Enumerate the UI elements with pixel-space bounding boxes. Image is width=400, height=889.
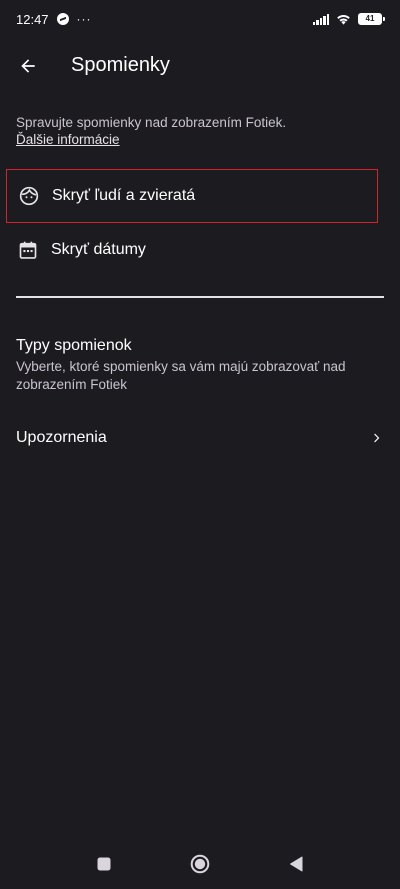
signal-icon <box>312 13 329 25</box>
chevron-right-icon <box>374 433 380 443</box>
hide-people-and-pets-option[interactable]: Skryť ľudí a zvieratá <box>6 169 378 223</box>
hide-dates-label: Skryť dátumy <box>51 241 146 258</box>
app-bar: Spomienky <box>0 44 400 88</box>
wifi-icon <box>337 15 350 25</box>
back-button[interactable] <box>14 52 42 80</box>
face-icon <box>18 185 40 207</box>
messenger-icon <box>56 13 69 25</box>
memory-types-subtitle: Vyberte, ktoré spomienky sa vám majú zob… <box>16 359 346 392</box>
hide-dates-option[interactable]: Skryť dátumy <box>6 223 378 277</box>
status-bar: 12:47 ··· 41 <box>0 0 400 38</box>
notifications-label: Upozornenia <box>16 429 107 446</box>
section-divider <box>16 296 384 298</box>
page-description: Spravujte spomienky nad zobrazením Fotie… <box>16 115 287 130</box>
more-notifications-indicator: ··· <box>76 12 92 26</box>
recents-button[interactable] <box>93 853 115 875</box>
back-nav-button[interactable] <box>285 853 307 875</box>
arrow-back-icon <box>21 59 35 73</box>
circle-icon <box>190 854 210 874</box>
status-time: 12:47 <box>16 11 49 27</box>
triangle-back-icon <box>290 856 303 872</box>
status-left: 12:47 ··· <box>16 12 92 27</box>
system-navigation-bar <box>0 839 400 889</box>
hide-people-and-pets-label: Skryť ľudí a zvieratá <box>52 187 196 204</box>
learn-more-link[interactable]: Ďalšie informácie <box>16 132 120 147</box>
calendar-icon <box>17 239 39 261</box>
square-icon <box>97 857 111 871</box>
memory-types-item[interactable]: Typy spomienok Vyberte, ktoré spomienky … <box>16 336 388 394</box>
notifications-item[interactable]: Upozornenia <box>16 424 384 452</box>
battery-icon: 41 <box>358 13 385 25</box>
memory-types-title: Typy spomienok <box>16 337 132 354</box>
page-title: Spomienky <box>71 54 170 76</box>
status-right: 41 <box>312 13 385 25</box>
home-button[interactable] <box>189 853 211 875</box>
